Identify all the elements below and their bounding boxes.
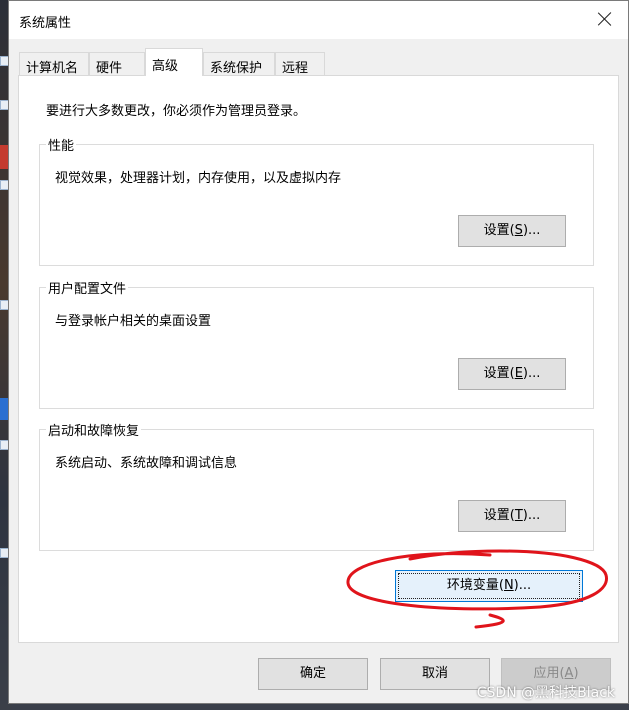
access-key: E bbox=[514, 366, 523, 381]
access-key: S bbox=[514, 223, 523, 238]
window-title: 系统属性 bbox=[19, 16, 72, 31]
group-legend: 性能 bbox=[46, 135, 77, 154]
button-label: ) bbox=[573, 666, 579, 681]
button-label: 设置( bbox=[483, 366, 515, 381]
tab-remote[interactable]: 远程 bbox=[275, 52, 325, 76]
tab-system-protection[interactable]: 系统保护 bbox=[203, 52, 275, 76]
startup-recovery-group: 启动和故障恢复 系统启动、系统故障和调试信息 设置(T)... bbox=[39, 420, 594, 551]
admin-notice: 要进行大多数更改，你必须作为管理员登录。 bbox=[46, 104, 307, 119]
button-label: 设置( bbox=[483, 508, 515, 523]
group-description: 系统启动、系统故障和调试信息 bbox=[55, 456, 238, 471]
button-label: )... bbox=[522, 366, 541, 381]
startup-recovery-settings-button[interactable]: 设置(T)... bbox=[458, 500, 566, 532]
cancel-button[interactable]: 取消 bbox=[380, 658, 490, 690]
environment-variables-button[interactable]: 环境变量(N)... bbox=[395, 570, 583, 602]
button-label: )... bbox=[522, 223, 541, 238]
tab-computer-name[interactable]: 计算机名 bbox=[19, 52, 89, 76]
group-description: 与登录帐户相关的桌面设置 bbox=[55, 314, 212, 329]
system-properties-dialog: 系统属性 计算机名 硬件 高级 系统保护 远程 要进行大多数更改，你必须作为管理… bbox=[8, 0, 629, 704]
group-legend: 启动和故障恢复 bbox=[46, 420, 142, 439]
performance-settings-button[interactable]: 设置(S)... bbox=[458, 215, 566, 247]
user-profiles-settings-button[interactable]: 设置(E)... bbox=[458, 358, 566, 390]
group-legend: 用户配置文件 bbox=[46, 278, 129, 297]
tab-advanced[interactable]: 高级 bbox=[145, 48, 203, 76]
user-profiles-group: 用户配置文件 与登录帐户相关的桌面设置 设置(E)... bbox=[39, 278, 594, 409]
button-label: )... bbox=[513, 578, 532, 593]
advanced-tab-page: 要进行大多数更改，你必须作为管理员登录。 性能 视觉效果，处理器计划，内存使用，… bbox=[18, 75, 619, 643]
title-bar[interactable]: 系统属性 bbox=[9, 1, 628, 39]
button-label: 设置( bbox=[483, 223, 515, 238]
access-key: T bbox=[514, 508, 523, 523]
group-description: 视觉效果，处理器计划，内存使用，以及虚拟内存 bbox=[55, 171, 342, 186]
button-label: )... bbox=[522, 508, 541, 523]
close-icon[interactable] bbox=[596, 10, 614, 28]
access-key: N bbox=[503, 578, 514, 593]
tab-hardware[interactable]: 硬件 bbox=[89, 52, 145, 76]
button-label: 应用( bbox=[533, 666, 565, 681]
button-label: 环境变量( bbox=[446, 578, 504, 593]
performance-group: 性能 视觉效果，处理器计划，内存使用，以及虚拟内存 设置(S)... bbox=[39, 135, 594, 266]
watermark: CSDN @黑科技Black bbox=[476, 685, 615, 701]
ok-button[interactable]: 确定 bbox=[258, 658, 368, 690]
